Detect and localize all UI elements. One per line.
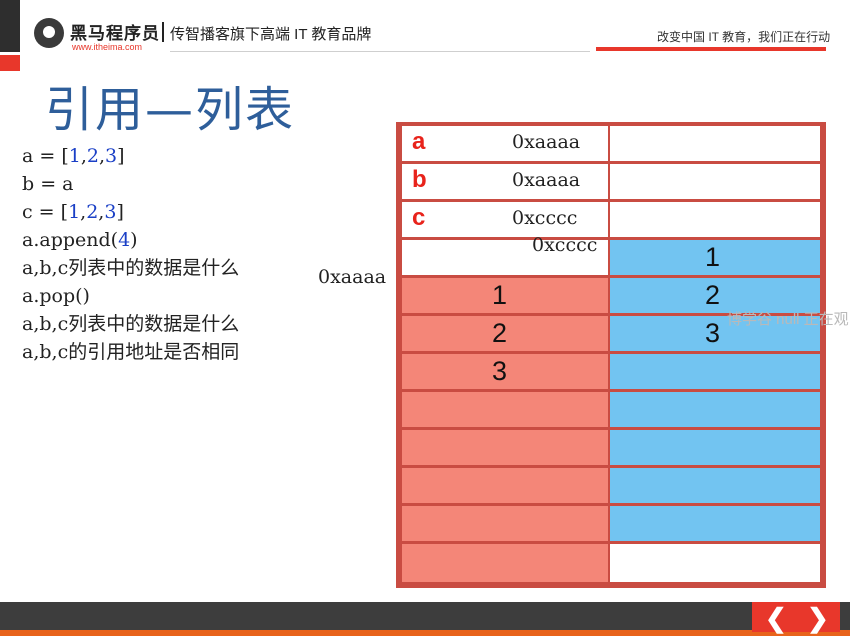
- tagline-divider: [162, 22, 164, 42]
- slide-title: 引用—列表: [45, 82, 296, 138]
- var-row-c: c 0xcccc: [402, 202, 608, 237]
- left-list-cell: 1: [402, 278, 608, 313]
- memory-left-column: a 0xaaaa b 0xaaaa c 0xcccc 0xcccc 1 2 3: [402, 126, 608, 582]
- left-list-cell: 2: [402, 316, 608, 351]
- code-line-6: a.pop(): [22, 285, 90, 307]
- code-line-3: c = [1,2,3]: [22, 201, 124, 223]
- var-label-b: b: [412, 166, 427, 193]
- right-list-cell: 1: [610, 240, 820, 275]
- right-list-cell: [610, 468, 820, 503]
- right-empty-cell: [610, 164, 820, 199]
- left-list-cell: [402, 392, 608, 427]
- brand-url: www.itheima.com: [72, 42, 143, 52]
- right-empty-cell: [610, 126, 820, 161]
- cell-value: 1: [492, 280, 508, 310]
- memory-right-column: 1 2 3: [610, 126, 822, 582]
- right-list-cell: [610, 354, 820, 389]
- right-list-cell: [610, 506, 820, 541]
- var-label-a: a: [412, 128, 426, 155]
- header-accent-line: [596, 47, 826, 51]
- right-empty-cell: [610, 202, 820, 237]
- left-list-cell: [402, 544, 608, 582]
- footer-accent: [0, 630, 850, 636]
- var-address-c: 0xcccc: [512, 207, 578, 229]
- next-slide-button[interactable]: ❯: [807, 603, 829, 634]
- slogan: 改变中国 IT 教育，我们正在行动: [657, 30, 831, 44]
- prev-slide-button[interactable]: ❮: [765, 603, 787, 634]
- right-list-cell: [610, 430, 820, 465]
- left-list-cell: [402, 430, 608, 465]
- left-list-cell: [402, 468, 608, 503]
- cell-value: 3: [705, 318, 721, 348]
- header-divider: [170, 51, 590, 52]
- cell-value: 1: [705, 242, 721, 272]
- var-row-b: b 0xaaaa: [402, 164, 608, 199]
- left-list-cell: [402, 506, 608, 541]
- left-red-strip: [0, 55, 20, 71]
- cell-value: 3: [492, 356, 508, 386]
- code-line-4: a.append(4): [22, 229, 138, 251]
- left-dark-strip: [0, 0, 20, 52]
- left-list-cell: 3: [402, 354, 608, 389]
- var-row-a: a 0xaaaa: [402, 126, 608, 161]
- cell-value: 2: [705, 280, 721, 310]
- code-line-8: a,b,c的引用地址是否相同: [22, 341, 240, 363]
- left-list-address: 0xaaaa: [318, 266, 387, 288]
- right-list-address: 0xcccc: [532, 234, 598, 256]
- logo-icon: [34, 18, 64, 48]
- brand-name: 黑马程序员: [70, 24, 160, 43]
- code-line-2: b = a: [22, 173, 74, 195]
- empty-row: 0xcccc: [402, 234, 608, 275]
- watermark: 博学谷 null 正在观: [727, 311, 849, 328]
- tagline: 传智播客旗下高端 IT 教育品牌: [170, 26, 372, 43]
- right-empty-cell: [610, 544, 820, 582]
- var-address-a: 0xaaaa: [512, 131, 581, 153]
- right-list-cell: [610, 392, 820, 427]
- code-line-5: a,b,c列表中的数据是什么: [22, 257, 240, 279]
- cell-value: 2: [492, 318, 508, 348]
- code-line-1: a = [1,2,3]: [22, 145, 125, 167]
- var-label-c: c: [412, 204, 426, 231]
- var-address-b: 0xaaaa: [512, 169, 581, 191]
- code-line-7: a,b,c列表中的数据是什么: [22, 313, 240, 335]
